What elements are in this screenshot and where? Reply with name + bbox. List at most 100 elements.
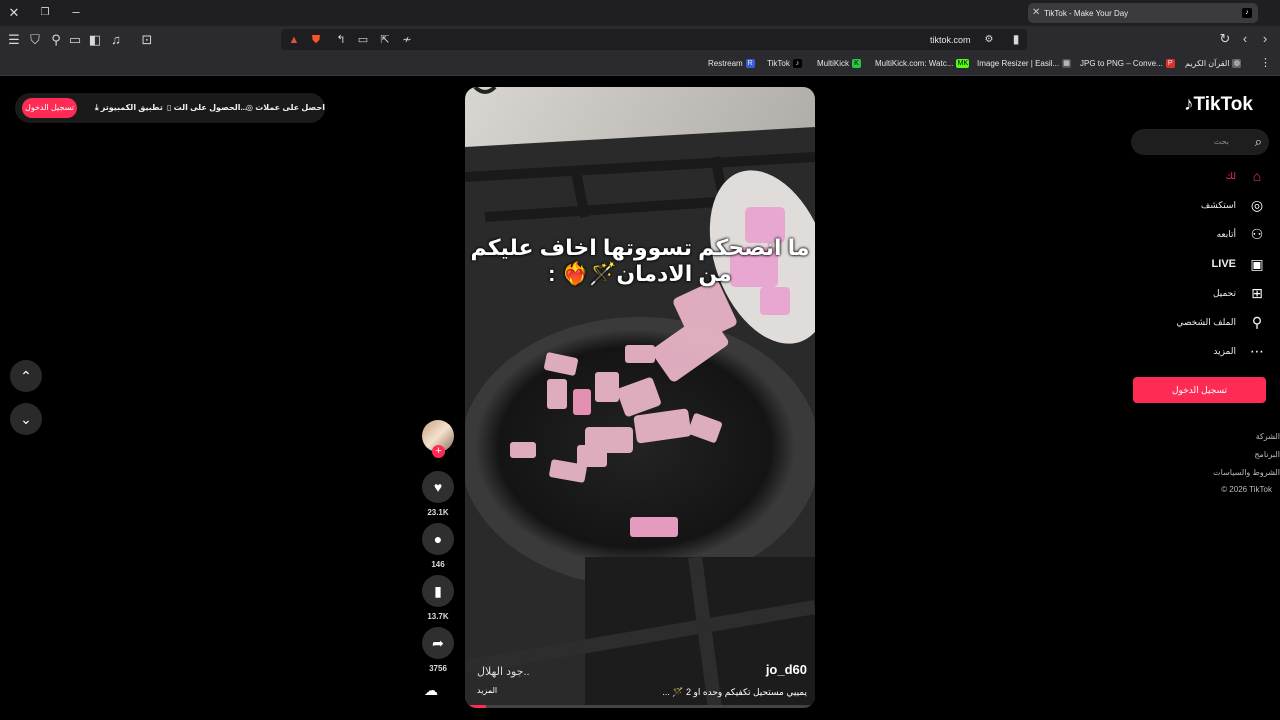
bookmark-label: MultiKick: [817, 59, 850, 68]
footer-company-link[interactable]: الشركة: [1256, 432, 1280, 441]
image-resizer-icon: ▦: [1062, 59, 1072, 69]
restream-icon: R: [745, 59, 755, 69]
previous-video-button[interactable]: ⌃: [10, 360, 42, 392]
sound-wave-icon[interactable]: ☁: [424, 682, 438, 699]
login-button-top[interactable]: تسجيل الدخول: [22, 98, 77, 118]
sidebar-item-live[interactable]: LIVE ▣: [1212, 254, 1266, 274]
brave-shield-icon[interactable]: ⛊: [308, 33, 324, 47]
video-author[interactable]: jo_d60: [766, 662, 807, 677]
sidebar-item-explore[interactable]: استكشف ◎: [1201, 195, 1266, 215]
get-app-label: الحصول على الت...: [173, 103, 248, 112]
video-caption-overlay: ما انصحكم تسووتها اخاف عليكم من الادمان🪄…: [465, 235, 815, 287]
sidebar-item-profile[interactable]: الملف الشخصي ⚲: [1176, 312, 1266, 332]
reload-icon[interactable]: ↻: [1217, 32, 1233, 46]
chevron-down-icon: ⌄: [20, 411, 32, 427]
tiktok-logo[interactable]: ♪TikTok: [1184, 94, 1253, 116]
home-icon: ⌂: [1252, 168, 1262, 184]
png-icon: P: [1165, 59, 1175, 69]
top-actions-bar: تسجيل الدخول ⤓ تطبيق الكمبيوتر ▯ الحصول …: [15, 93, 325, 123]
bookmarks-bar: Restream R TikTok ♪ MultiKick K MultiKick.c…: [0, 53, 1280, 76]
bookmark-label: Restream: [708, 59, 743, 68]
bookmark-multikick-watch[interactable]: MultiKick.com: Watc... MK: [875, 59, 970, 69]
comment-icon: ●: [433, 531, 443, 547]
site-settings-icon[interactable]: ⚙: [981, 33, 997, 47]
bookmark-label: القرآن الكريم: [1185, 59, 1230, 68]
browser-tab-bar: ✕ ❐ – + ✕ TikTok - Make Your Day ♪: [0, 0, 1280, 26]
caption-line-2: من الادمان🪄❤️‍🔥 :: [548, 261, 732, 286]
sidebar-item-label: تحميل: [1212, 287, 1236, 298]
bookmark-label: TikTok: [767, 59, 790, 68]
follow-plus-icon[interactable]: +: [432, 445, 445, 458]
workspace-icon[interactable]: ⊡: [139, 33, 155, 47]
sidebar-item-label: لك: [1225, 170, 1236, 181]
bookmark-jpg-to-png[interactable]: JPG to PNG – Conve... P: [1080, 59, 1175, 69]
shield-icon[interactable]: ⛉: [27, 33, 43, 47]
login-button-sidebar[interactable]: تسجيل الدخول: [1133, 377, 1266, 403]
share-button[interactable]: ➦: [422, 627, 454, 659]
save-button[interactable]: ▮: [422, 575, 454, 607]
sidebar-item-label: LIVE: [1211, 258, 1236, 270]
tiktok-note-icon: ♪: [1184, 94, 1194, 115]
video-more-link[interactable]: المزيد: [477, 686, 497, 695]
menu-icon[interactable]: ☰: [6, 33, 22, 47]
address-bar[interactable]: ▲ ⛊ ↰ ▭ ⇱ ≁ tiktok.com ⚙ ▮: [281, 29, 1027, 50]
footer-copyright: © 2026 TikTok: [1221, 485, 1272, 494]
chevron-up-icon: ⌃: [20, 368, 32, 384]
like-button[interactable]: ♥: [422, 471, 454, 503]
get-app-link[interactable]: ▯ الحصول على الت...: [167, 103, 247, 112]
mk-icon: MK: [956, 59, 970, 69]
video-progress-bar[interactable]: [465, 705, 815, 708]
wand-icon[interactable]: ≁: [399, 33, 415, 47]
share-count: 3756: [429, 664, 447, 673]
desktop-app-link[interactable]: ⤓ تطبيق الكمبيوتر: [95, 103, 163, 113]
sidebar-item-label: الملف الشخصي: [1176, 316, 1236, 327]
close-window-icon[interactable]: ✕: [6, 6, 22, 20]
bookmark-image-resizer[interactable]: Image Resizer | Easil... ▦: [977, 59, 1072, 69]
get-coins-link[interactable]: ◎ احصل على عملات: [246, 103, 325, 112]
comment-button[interactable]: ●: [422, 523, 454, 555]
sidebar-item-for-you[interactable]: لك ⌂: [1226, 166, 1266, 186]
user-plus-icon: ⚇: [1250, 225, 1264, 242]
share-icon[interactable]: ↰: [333, 33, 349, 47]
minimize-window-icon[interactable]: –: [68, 5, 84, 19]
heart-icon: ♥: [433, 479, 443, 495]
music-icon[interactable]: ♫: [108, 33, 124, 47]
upload-icon: ⊞: [1251, 284, 1263, 301]
screen-icon[interactable]: ▭: [355, 33, 371, 47]
sidebar-item-following[interactable]: أتابعه ⚇: [1217, 224, 1266, 244]
video-player[interactable]: ما انصحكم تسووتها اخاف عليكم من الادمان🪄…: [465, 87, 815, 708]
bookmark-icon: ▮: [434, 583, 442, 599]
bookmark-icon[interactable]: ▮: [1008, 32, 1024, 46]
browser-tab-active[interactable]: ✕ TikTok - Make Your Day ♪: [1028, 3, 1258, 23]
video-sound[interactable]: جود الهلال..: [477, 665, 530, 678]
footer-terms-link[interactable]: الشروط والسياسات: [1213, 468, 1280, 477]
caption-line-1: ما انصحكم تسووتها اخاف عليكم: [470, 235, 810, 260]
bookmark-restream[interactable]: Restream R: [708, 59, 755, 69]
restore-window-icon[interactable]: ❐: [37, 6, 53, 20]
more-bookmarks-icon[interactable]: ⋮: [1260, 56, 1271, 69]
close-tab-icon[interactable]: ✕: [1032, 7, 1040, 18]
bookmark-tiktok[interactable]: TikTok ♪: [767, 59, 802, 69]
get-coins-label: احصل على عملات: [255, 103, 325, 112]
search-icon: ⌕: [1254, 134, 1262, 149]
bookmark-multikick[interactable]: MultiKick K: [817, 59, 862, 69]
warning-triangle-icon[interactable]: ▲: [286, 33, 302, 47]
sidebar-item-more[interactable]: المزيد ⋯: [1213, 341, 1266, 361]
pin-icon[interactable]: ⚲: [48, 33, 64, 47]
tabs-icon[interactable]: ▭: [67, 33, 83, 47]
next-video-button[interactable]: ⌄: [10, 403, 42, 435]
video-description: يمييي مستحيل تكفيكم وحده او 2 🪄 ...: [662, 687, 807, 697]
share-arrow-icon: ➦: [432, 635, 444, 651]
back-icon[interactable]: ‹: [1237, 32, 1253, 46]
translate-icon[interactable]: ⇱: [377, 33, 393, 47]
tiktok-icon: ♪: [792, 59, 802, 69]
footer-program-link[interactable]: البرنامج: [1254, 450, 1280, 459]
sidebar-icon[interactable]: ◧: [87, 33, 103, 47]
forward-icon[interactable]: ›: [1257, 32, 1273, 46]
profile-icon: ⚲: [1251, 313, 1263, 330]
bookmark-quran[interactable]: القرآن الكريم ◍: [1185, 59, 1242, 69]
sidebar-item-upload[interactable]: تحميل ⊞: [1213, 283, 1266, 303]
multikick-icon: K: [852, 59, 862, 69]
url-text[interactable]: tiktok.com: [930, 35, 971, 45]
search-input[interactable]: بحث ⌕: [1131, 129, 1269, 155]
